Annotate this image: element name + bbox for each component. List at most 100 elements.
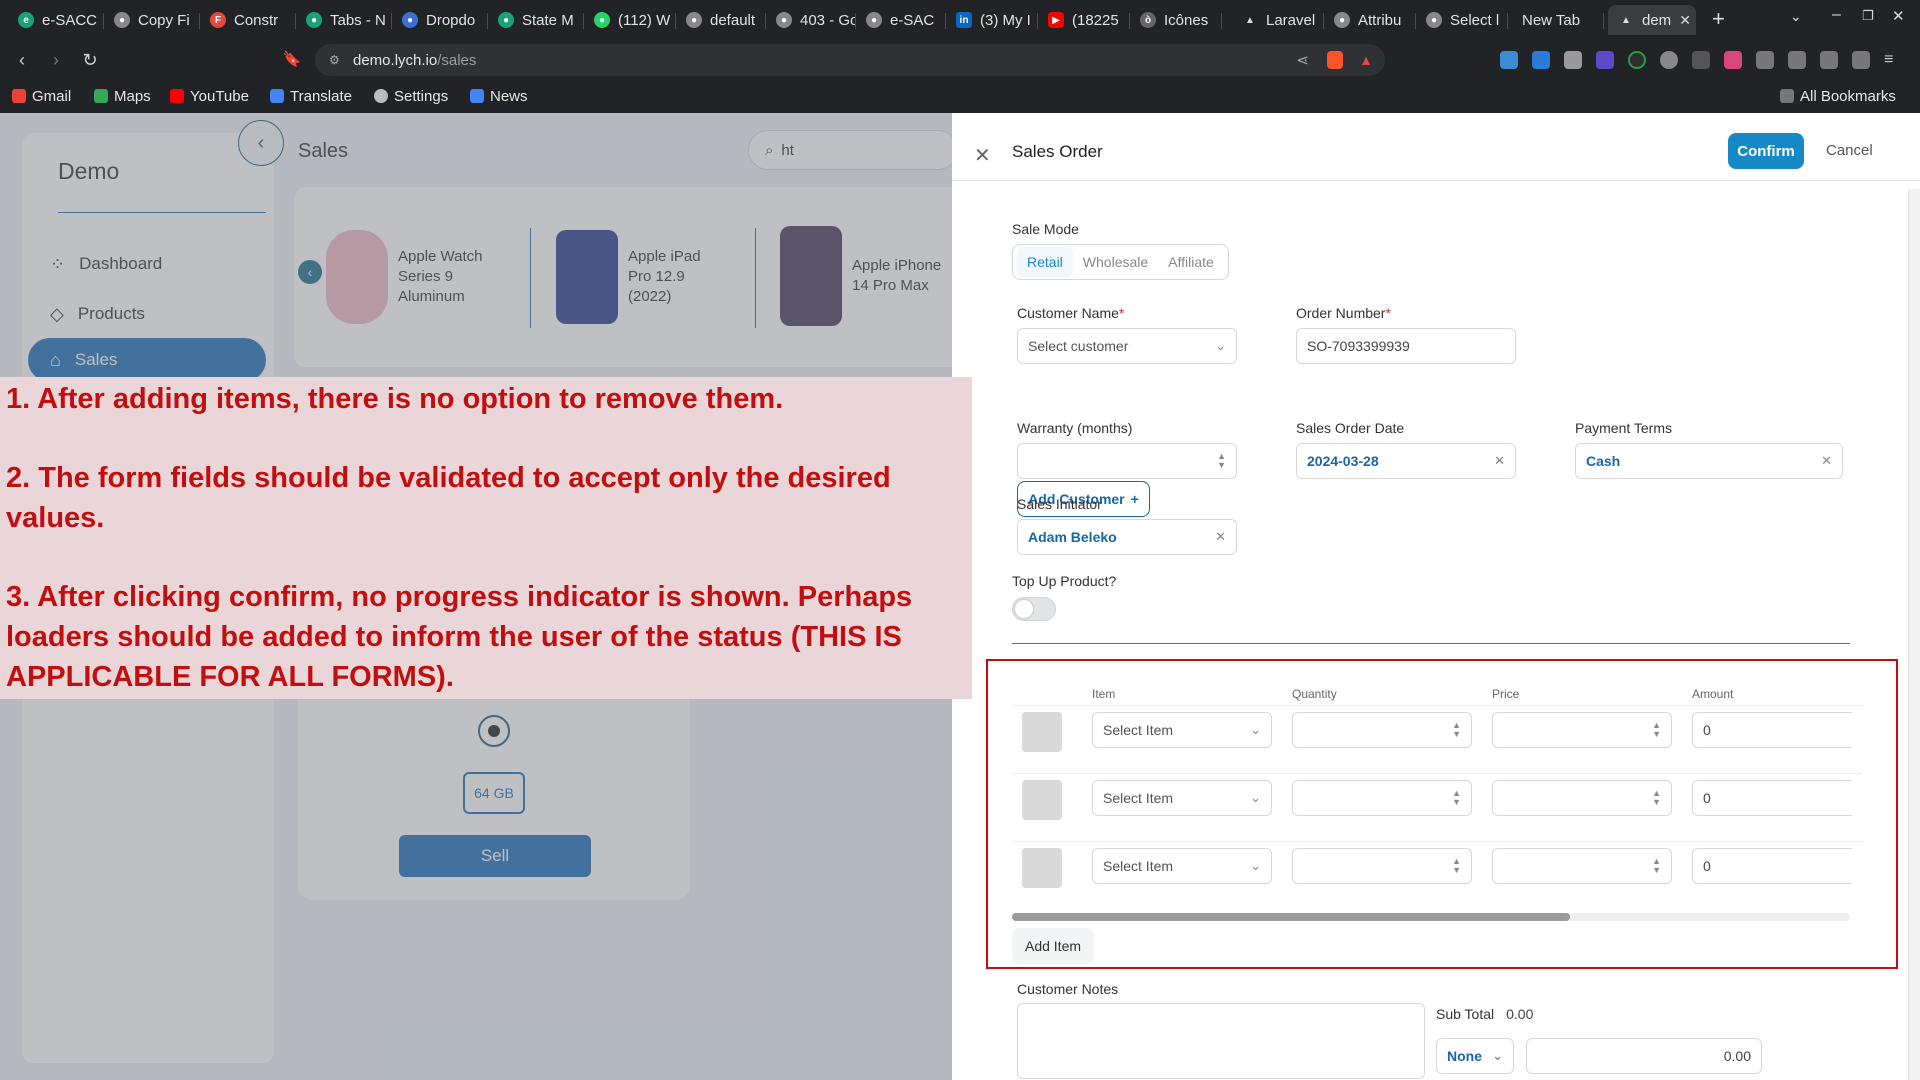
amount-field[interactable]: 0 [1692, 848, 1852, 884]
browser-tab[interactable]: New Tab [1512, 5, 1604, 35]
extension-badge-icon[interactable] [1628, 51, 1646, 69]
menu-icon[interactable]: ≡ [1884, 51, 1902, 69]
sales-order-date-field[interactable]: 2024-03-28 ✕ [1296, 443, 1516, 479]
item-select[interactable]: Select Item ⌄ [1092, 712, 1272, 748]
subtotal-value: 0.00 [1506, 1006, 1534, 1022]
browser-tab[interactable]: ● default [676, 5, 766, 35]
bookmark-gmail[interactable]: Gmail [12, 85, 71, 107]
customer-select[interactable]: Select customer ⌄ [1017, 328, 1237, 364]
stepper-arrows-icon[interactable]: ▲ ▼ [1452, 857, 1461, 875]
top-up-toggle[interactable] [1012, 597, 1056, 621]
bookmark-youtube[interactable]: YouTube [170, 85, 249, 107]
browser-tab[interactable]: ● Dropdo [392, 5, 488, 35]
sale-mode-affiliate[interactable]: Affiliate [1158, 247, 1224, 277]
sale-mode-wholesale[interactable]: Wholesale [1073, 247, 1158, 277]
maximize-icon[interactable]: ❐ [1862, 8, 1874, 24]
item-select[interactable]: Select Item ⌄ [1092, 780, 1272, 816]
scrollbar-thumb[interactable] [1012, 913, 1570, 921]
browser-tab[interactable]: ▶ (18225 [1038, 5, 1130, 35]
confirm-button[interactable]: Confirm [1728, 133, 1804, 169]
stepper-arrows-icon[interactable]: ▲ ▼ [1652, 857, 1661, 875]
browser-tab[interactable]: F Constr [200, 5, 296, 35]
discount-input[interactable]: 0.00 [1526, 1038, 1762, 1074]
vertical-scrollbar[interactable] [1908, 189, 1920, 1080]
extension-react-icon[interactable] [1500, 51, 1518, 69]
add-item-button[interactable]: Add Item [1012, 928, 1094, 964]
tab-label: (18225 [1072, 11, 1119, 29]
forward-icon[interactable]: › [46, 50, 66, 70]
discount-type-value: None [1447, 1048, 1482, 1064]
close-tab-icon[interactable]: ✕ [1679, 12, 1691, 29]
price-stepper[interactable]: ▲ ▼ [1492, 780, 1672, 816]
stepper-arrows-icon[interactable]: ▲ ▼ [1452, 789, 1461, 807]
bookmark-maps[interactable]: Maps [94, 85, 151, 107]
site-info-icon[interactable]: ⚙ [329, 53, 340, 67]
extension-off-icon[interactable] [1692, 51, 1710, 69]
order-number-field[interactable]: SO-7093399939 [1296, 328, 1516, 364]
bookmark-translate[interactable]: Translate [270, 85, 352, 107]
stepper-arrows-icon[interactable]: ▲ ▼ [1652, 721, 1661, 739]
wallet-icon[interactable] [1852, 51, 1870, 69]
brave-rewards-icon[interactable]: ▲ [1359, 52, 1373, 68]
cancel-button[interactable]: Cancel [1826, 142, 1873, 159]
customer-notes-textarea[interactable] [1017, 1003, 1425, 1079]
browser-tab[interactable]: in (3) My I [946, 5, 1038, 35]
clear-icon[interactable]: ✕ [1494, 453, 1505, 469]
price-stepper[interactable]: ▲ ▼ [1492, 848, 1672, 884]
browser-tab[interactable]: ● 403 - Go [766, 5, 856, 35]
download-icon[interactable] [1788, 51, 1806, 69]
url-input[interactable]: ⚙ demo.lych.io/sales ⋖ ▲ [315, 44, 1385, 76]
extension-windows-icon[interactable] [1724, 51, 1742, 69]
browser-tab[interactable]: ● Select l [1416, 5, 1508, 35]
browser-tab[interactable]: ● (112) W [584, 5, 676, 35]
browser-tab[interactable]: e e-SACC [8, 5, 104, 35]
brave-shield-icon[interactable] [1327, 51, 1343, 69]
clear-icon[interactable]: ✕ [1821, 453, 1832, 469]
extension-circle-icon[interactable] [1660, 51, 1678, 69]
browser-tab[interactable]: ò Icônes [1130, 5, 1222, 35]
sidebar-icon[interactable] [1820, 51, 1838, 69]
all-bookmarks[interactable]: All Bookmarks [1780, 85, 1896, 107]
item-thumbnail [1022, 848, 1062, 888]
stepper-arrows-icon[interactable]: ▲ ▼ [1652, 789, 1661, 807]
sale-mode-retail[interactable]: Retail [1017, 247, 1073, 277]
price-stepper[interactable]: ▲ ▼ [1492, 712, 1672, 748]
browser-tab[interactable]: ● e-SAC [856, 5, 946, 35]
stepper-arrows-icon[interactable]: ▲ ▼ [1452, 721, 1461, 739]
back-icon[interactable]: ‹ [12, 50, 32, 70]
browser-tab[interactable]: ▲ Laravel [1232, 5, 1324, 35]
quantity-stepper[interactable]: ▲ ▼ [1292, 848, 1472, 884]
minimize-icon[interactable]: – [1832, 6, 1841, 24]
sales-order-date-label: Sales Order Date [1296, 420, 1405, 436]
browser-tab[interactable]: ● State M [488, 5, 584, 35]
payment-terms-select[interactable]: Cash ✕ [1575, 443, 1843, 479]
chevron-down-icon[interactable]: ⌄ [1790, 8, 1802, 25]
browser-tab[interactable]: ● Copy Fi [104, 5, 200, 35]
extension-vue-icon[interactable] [1564, 51, 1582, 69]
quantity-stepper[interactable]: ▲ ▼ [1292, 712, 1472, 748]
bookmark-icon[interactable]: 🔖 [282, 50, 302, 70]
quantity-stepper[interactable]: ▲ ▼ [1292, 780, 1472, 816]
bookmark-news[interactable]: News [470, 85, 528, 107]
extension-fi-icon[interactable] [1532, 51, 1550, 69]
new-tab-icon[interactable]: + [1712, 6, 1725, 32]
item-select[interactable]: Select Item ⌄ [1092, 848, 1272, 884]
close-icon[interactable]: ✕ [974, 143, 991, 168]
browser-tab[interactable]: ● Attribu [1324, 5, 1416, 35]
sales-initiator-select[interactable]: Adam Beleko ✕ [1017, 519, 1237, 555]
share-icon[interactable]: ⋖ [1296, 51, 1309, 69]
discount-type-select[interactable]: None ⌄ [1436, 1038, 1514, 1074]
amount-field[interactable]: 0 [1692, 712, 1852, 748]
amount-field[interactable]: 0 [1692, 780, 1852, 816]
horizontal-scrollbar[interactable] [1012, 913, 1850, 921]
browser-tab-active[interactable]: ▲ dem ✕ [1608, 5, 1696, 35]
browser-tab[interactable]: ● Tabs - N [296, 5, 392, 35]
extensions-puzzle-icon[interactable] [1756, 51, 1774, 69]
close-window-icon[interactable]: ✕ [1892, 7, 1905, 25]
clear-icon[interactable]: ✕ [1215, 529, 1226, 545]
warranty-stepper[interactable]: ▲ ▼ [1017, 443, 1237, 479]
reload-icon[interactable]: ↻ [80, 50, 100, 70]
bookmark-settings[interactable]: Settings [374, 85, 448, 107]
extension-d-icon[interactable] [1596, 51, 1614, 69]
stepper-arrows-icon[interactable]: ▲ ▼ [1217, 452, 1226, 470]
